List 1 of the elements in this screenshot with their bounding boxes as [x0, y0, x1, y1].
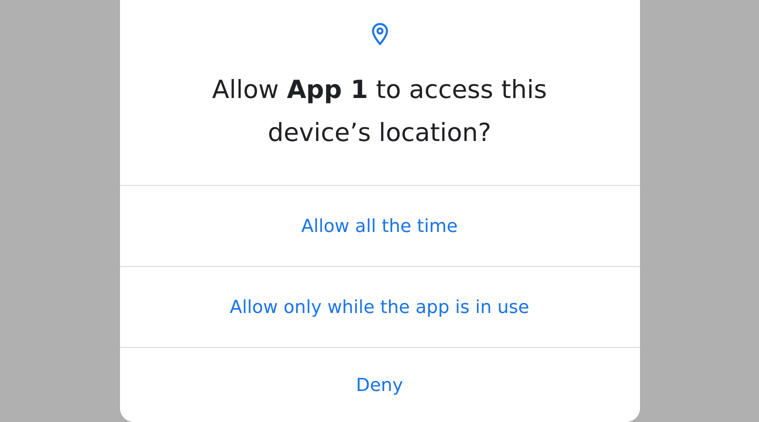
dialog-title: Allow App 1 to access this device’s location? — [211, 74, 548, 149]
